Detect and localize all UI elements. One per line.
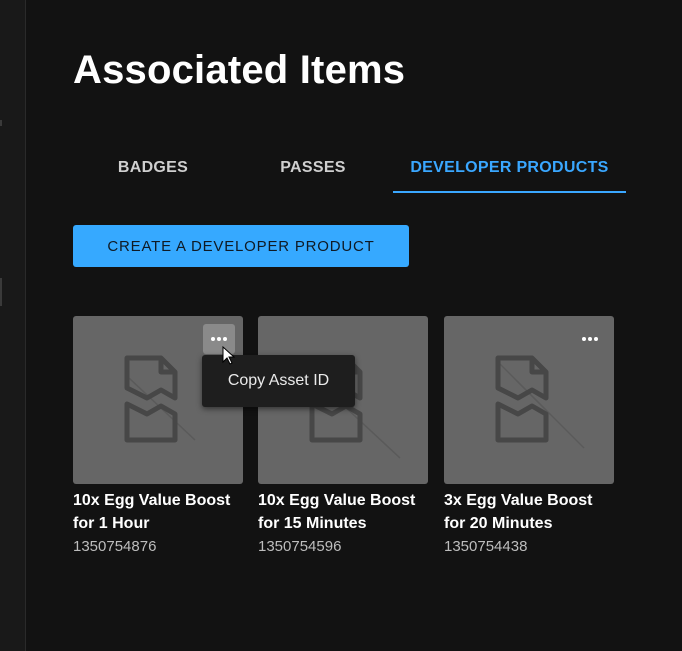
page: Associated Items BADGES PASSES DEVELOPER… <box>0 0 682 651</box>
product-name[interactable]: 10x Egg Value Boost for 1 Hour <box>73 489 243 535</box>
sidebar <box>0 0 26 651</box>
more-horizontal-icon <box>582 337 598 341</box>
product-id: 1350754596 <box>258 538 342 555</box>
page-title: Associated Items <box>73 48 406 92</box>
more-horizontal-icon <box>211 337 227 341</box>
tab-developer-products[interactable]: DEVELOPER PRODUCTS <box>393 146 626 192</box>
product-card[interactable]: 10x Egg Value Boost for 1 Hour 135075487… <box>73 316 243 557</box>
product-id: 1350754438 <box>444 538 528 555</box>
product-thumbnail[interactable] <box>444 316 614 484</box>
product-name[interactable]: 3x Egg Value Boost for 20 Minutes <box>444 489 614 535</box>
sidebar-scroll-indicator <box>0 278 2 306</box>
sidebar-divider <box>0 120 2 126</box>
product-card[interactable]: 10x Egg Value Boost for 15 Minutes 13507… <box>258 316 428 557</box>
product-name[interactable]: 10x Egg Value Boost for 15 Minutes <box>258 489 428 535</box>
active-tab-indicator <box>393 191 626 193</box>
product-card[interactable]: 3x Egg Value Boost for 20 Minutes 135075… <box>444 316 614 557</box>
tab-passes[interactable]: PASSES <box>233 146 393 192</box>
tab-bar: BADGES PASSES DEVELOPER PRODUCTS <box>73 146 633 194</box>
more-options-button[interactable] <box>574 324 606 354</box>
product-id: 1350754876 <box>73 538 157 555</box>
create-developer-product-button[interactable]: CREATE A DEVELOPER PRODUCT <box>73 225 409 267</box>
mouse-pointer-icon <box>222 346 236 365</box>
tab-badges[interactable]: BADGES <box>73 146 233 192</box>
